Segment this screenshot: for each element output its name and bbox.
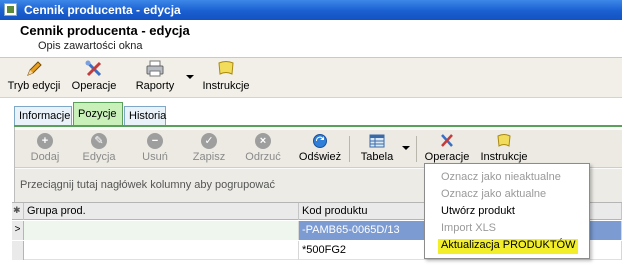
main-toolbar: Tryb edycji Operacje Raporty Instrukcje bbox=[0, 58, 622, 98]
instructions-button[interactable]: Instrukcje bbox=[200, 60, 252, 96]
menu-item-mark-outdated[interactable]: Oznacz jako nieaktualne bbox=[441, 171, 561, 186]
edit-mode-button[interactable]: Tryb edycji bbox=[5, 60, 63, 96]
menu-item-update-products[interactable]: Aktualizacja PRODUKTÓW bbox=[438, 239, 579, 254]
close-icon: × bbox=[255, 133, 271, 149]
plus-icon: + bbox=[37, 133, 53, 149]
table-dropdown-arrow[interactable] bbox=[402, 146, 410, 150]
window-title: Cennik producenta - edycja bbox=[24, 3, 181, 17]
delete-button[interactable]: − Usuń bbox=[139, 133, 171, 167]
edit-button[interactable]: ✎ Edycja bbox=[81, 133, 117, 167]
operations-button[interactable]: Operacje bbox=[69, 60, 119, 96]
reports-dropdown-arrow[interactable] bbox=[186, 75, 194, 79]
tab-historia[interactable]: Historia bbox=[124, 106, 166, 125]
printer-icon bbox=[146, 60, 164, 77]
edit-icon: ✎ bbox=[91, 133, 107, 149]
toolbar-separator bbox=[349, 136, 350, 162]
cell-group[interactable] bbox=[24, 241, 299, 260]
menu-item-mark-current[interactable]: Oznacz jako aktualne bbox=[441, 188, 546, 203]
operations-dropdown-menu: Oznacz jako nieaktualne Oznacz jako aktu… bbox=[424, 163, 590, 259]
column-header-group[interactable]: Grupa prod. bbox=[24, 203, 299, 220]
tab-informacje[interactable]: Informacje bbox=[14, 106, 72, 125]
minus-icon: − bbox=[147, 133, 163, 149]
discard-button[interactable]: × Odrzuć bbox=[245, 133, 281, 167]
refresh-icon bbox=[313, 134, 327, 148]
row-indicator bbox=[12, 241, 24, 260]
window-titlebar[interactable]: Cennik producenta - edycja bbox=[0, 0, 622, 20]
table-button[interactable]: Tabela bbox=[359, 133, 395, 167]
pencil-icon bbox=[27, 61, 42, 76]
instructions-menu-button[interactable]: Instrukcje bbox=[477, 133, 531, 167]
table-icon bbox=[369, 134, 385, 148]
tools-icon bbox=[441, 134, 453, 147]
add-button[interactable]: + Dodaj bbox=[27, 133, 63, 167]
save-button[interactable]: ✓ Zapisz bbox=[191, 133, 227, 167]
reports-button[interactable]: Raporty bbox=[130, 60, 180, 96]
page-title: Cennik producenta - edycja bbox=[20, 23, 190, 38]
form-header: Cennik producenta - edycja Opis zawartoś… bbox=[0, 20, 622, 58]
row-indicator: > bbox=[12, 221, 24, 240]
refresh-button[interactable]: Odśwież bbox=[298, 133, 342, 167]
group-by-hint: Przeciągnij tutaj nagłówek kolumny aby p… bbox=[20, 179, 275, 191]
tab-pozycje[interactable]: Pozycje bbox=[73, 102, 123, 125]
new-row-marker: ✱ bbox=[12, 203, 24, 220]
scroll-icon bbox=[497, 134, 511, 147]
tab-strip: Informacje Pozycje Historia bbox=[0, 98, 622, 126]
check-icon: ✓ bbox=[201, 133, 217, 149]
operations-menu-button[interactable]: Operacje bbox=[423, 133, 471, 167]
cell-group[interactable] bbox=[24, 221, 299, 240]
app-icon bbox=[4, 3, 17, 16]
tools-icon bbox=[85, 60, 102, 77]
scroll-icon bbox=[218, 61, 234, 75]
toolbar-separator bbox=[416, 136, 417, 162]
page-subtitle: Opis zawartości okna bbox=[38, 40, 143, 52]
menu-item-create-product[interactable]: Utwórz produkt bbox=[441, 205, 515, 220]
menu-item-import-xls[interactable]: Import XLS bbox=[441, 222, 496, 237]
